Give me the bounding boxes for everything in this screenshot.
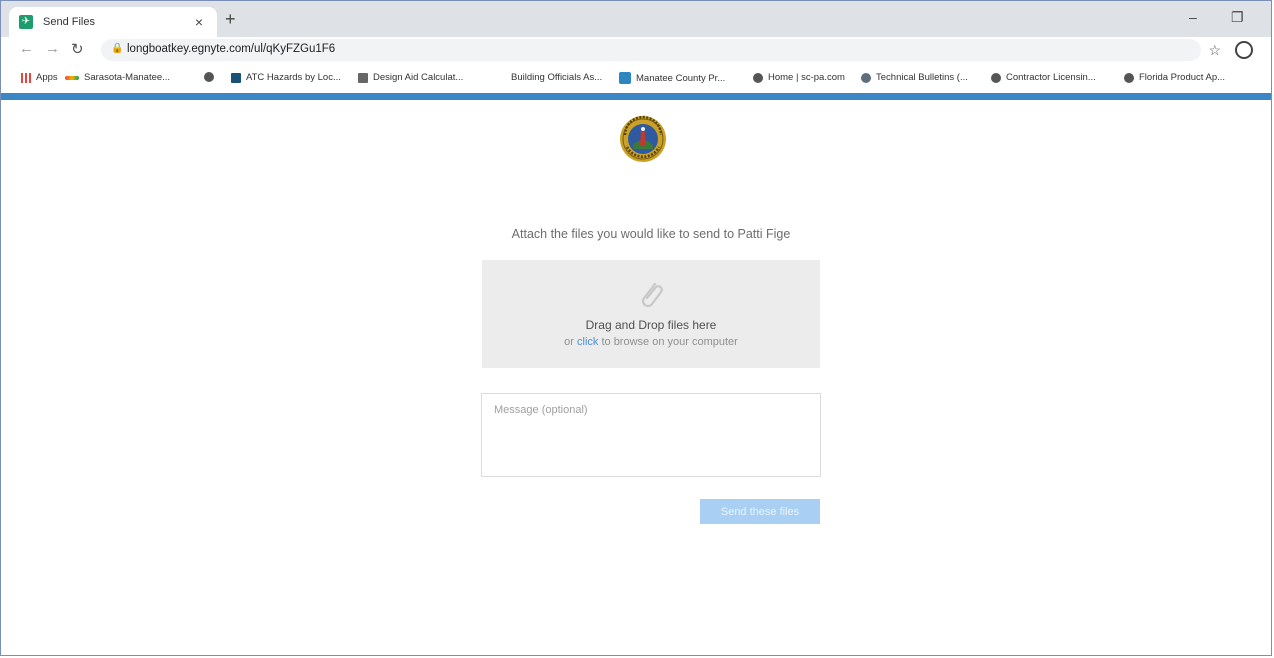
dropzone-sub-suffix: to browse on your computer: [598, 336, 738, 348]
tab-title: Send Files: [43, 16, 95, 28]
profile-icon[interactable]: [1235, 41, 1253, 59]
lock-icon: 🔒: [111, 43, 124, 54]
send-files-button[interactable]: Send these files: [700, 499, 820, 524]
tab-close-icon[interactable]: ×: [191, 14, 207, 30]
browse-click-link[interactable]: click: [577, 336, 598, 348]
dropzone-sub-prefix: or: [564, 336, 578, 348]
forward-icon[interactable]: →: [45, 40, 60, 57]
bookmark-technical-bulletins[interactable]: Technical Bulletins (...: [861, 72, 968, 83]
bookmark-label: Home | sc-pa.com: [768, 72, 845, 83]
dropzone-title: Drag and Drop files here: [585, 318, 717, 332]
bookmark-sarasota-manatee[interactable]: Sarasota-Manatee...: [65, 72, 170, 83]
page-heading: Attach the files you would like to send …: [511, 227, 791, 241]
bookmark-label: Design Aid Calculat...: [373, 72, 464, 83]
apps-grid-icon: [21, 72, 31, 83]
bookmark-design-aid[interactable]: Design Aid Calculat...: [358, 72, 463, 83]
egnyte-favicon-icon: ✈: [19, 15, 33, 29]
minimize-icon[interactable]: –: [1189, 9, 1197, 25]
bookmarks-bar: Apps Sarasota-Manatee... ATC Hazards by …: [1, 63, 1271, 93]
message-field[interactable]: [481, 393, 821, 477]
bookmark-atc-hazards[interactable]: ATC Hazards by Loc...: [231, 72, 341, 83]
calculator-icon: [358, 72, 368, 83]
globe-icon: [204, 72, 214, 82]
bookmark-label: Florida Product Ap...: [1139, 72, 1226, 83]
bookmark-label: Manatee County Pr...: [636, 72, 726, 84]
bookmark-building-officials[interactable]: Building Officials As...: [511, 72, 602, 83]
county-icon: [619, 72, 631, 84]
bookmark-star-icon[interactable]: ☆: [1208, 42, 1221, 59]
tab-send-files[interactable]: ✈ Send Files ×: [9, 7, 217, 37]
bookmark-globe[interactable]: [204, 72, 219, 82]
accent-bar: [1, 93, 1271, 100]
dots-icon: [65, 75, 79, 80]
globe-icon: [1124, 72, 1134, 83]
bookmark-florida-product[interactable]: Florida Product Ap...: [1124, 72, 1225, 83]
bookmark-label: Sarasota-Manatee...: [84, 72, 171, 83]
tab-strip: ✈ Send Files × + – ❐: [1, 1, 1271, 37]
address-bar[interactable]: 🔒 longboatkey.egnyte.com/ul/qKyFZGu1F6: [101, 39, 1201, 61]
bookmark-contractor-licensing[interactable]: Contractor Licensin...: [991, 72, 1096, 83]
bookmark-apps[interactable]: Apps: [21, 72, 58, 83]
bookmark-sc-pa[interactable]: Home | sc-pa.com: [753, 72, 845, 83]
paperclip-icon: [641, 282, 663, 308]
bookmark-label: Building Officials As...: [511, 72, 603, 83]
restore-icon[interactable]: ❐: [1231, 9, 1244, 26]
atc-icon: [231, 72, 241, 83]
bulletin-icon: [861, 72, 871, 83]
town-seal-logo: [620, 115, 666, 162]
back-icon[interactable]: ←: [19, 40, 34, 57]
bookmark-manatee-county[interactable]: Manatee County Pr...: [619, 72, 725, 84]
file-dropzone[interactable]: Drag and Drop files here or click to bro…: [482, 260, 820, 368]
new-tab-button[interactable]: +: [225, 10, 236, 28]
bookmark-label: Contractor Licensin...: [1006, 72, 1096, 83]
bookmark-label: ATC Hazards by Loc...: [246, 72, 341, 83]
reload-icon[interactable]: ↻: [71, 40, 84, 58]
globe-icon: [991, 72, 1001, 83]
bookmark-label: Apps: [36, 72, 58, 83]
address-toolbar: ← → ↻ 🔒 longboatkey.egnyte.com/ul/qKyFZG…: [1, 37, 1271, 63]
browser-window: ✈ Send Files × + – ❐ ← → ↻ 🔒 longboatkey…: [0, 0, 1272, 656]
bookmark-label: Technical Bulletins (...: [876, 72, 968, 83]
url-text: longboatkey.egnyte.com/ul/qKyFZGu1F6: [127, 43, 336, 55]
dropzone-subtext: or click to browse on your computer: [482, 336, 820, 348]
globe-icon: [753, 72, 763, 83]
